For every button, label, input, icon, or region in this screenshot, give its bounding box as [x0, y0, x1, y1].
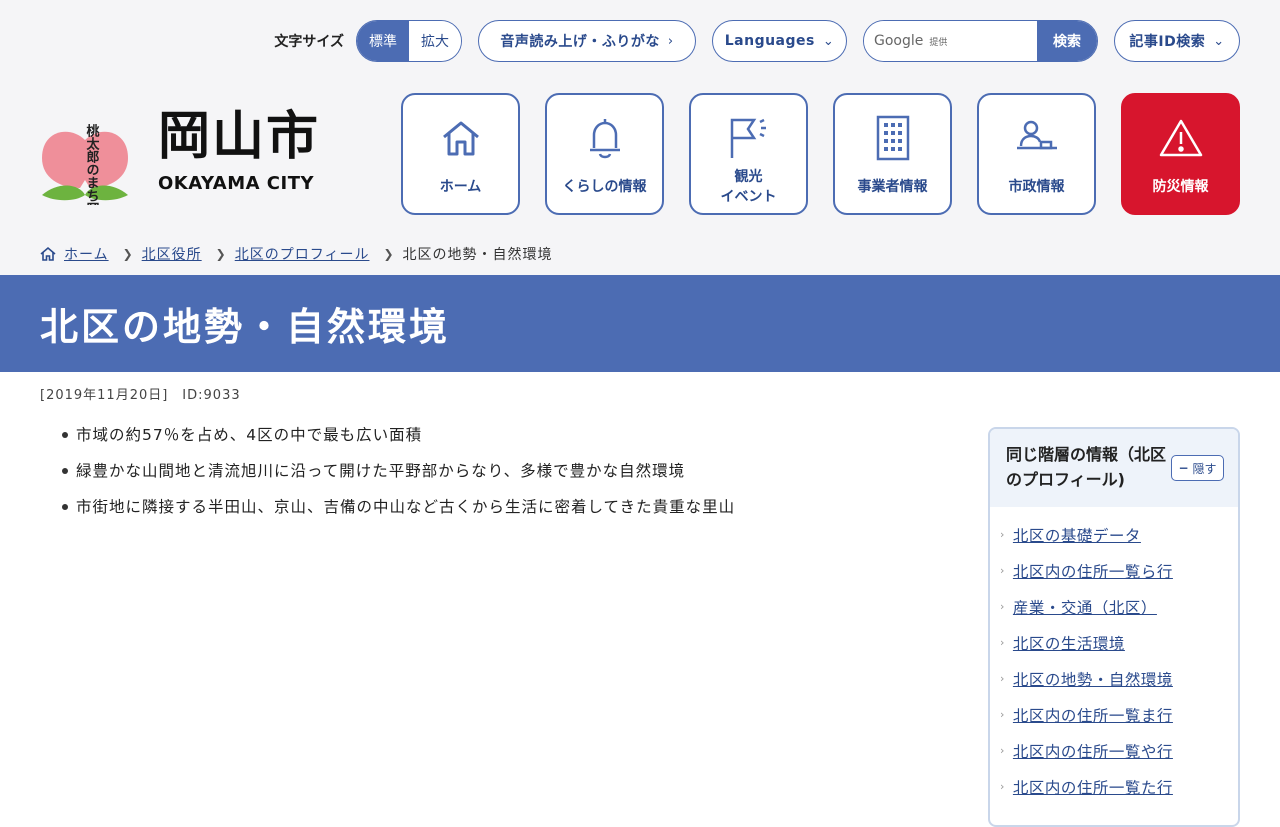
warning-icon	[1159, 115, 1203, 161]
logo-text: 岡山市 OKAYAMA CITY	[158, 106, 321, 195]
header: 文字サイズ 標準 拡大 音声読み上げ・ふりがな › Languages ⌄ Go…	[0, 0, 1280, 275]
sidebar-link[interactable]: 北区内の住所一覧や行	[1013, 740, 1173, 762]
chevron-right-icon: ›	[1000, 528, 1005, 542]
list-item: › 北区内の住所一覧ら行	[1000, 553, 1238, 589]
sidebar-link[interactable]: 北区の基礎データ	[1013, 524, 1141, 546]
article-meta: [2019年11月20日] ID:9033	[40, 388, 241, 403]
breadcrumb-kita-profile[interactable]: 北区のプロフィール	[235, 244, 370, 264]
list-item: › 北区内の住所一覧ま行	[1000, 697, 1238, 733]
home-icon	[40, 246, 56, 262]
chevron-right-icon: ›	[1000, 780, 1005, 794]
sidebar-title: 同じ階層の情報（北区のプロフィール)	[1006, 445, 1167, 489]
chevron-down-icon: ⌄	[1213, 33, 1225, 49]
search-button[interactable]: 検索	[1037, 21, 1097, 61]
nav-city-govt-label: 市政情報	[1008, 179, 1065, 195]
list-item: 市域の約57％を占め、4区の中で最も広い面積	[61, 423, 735, 445]
languages-button[interactable]: Languages ⌄	[712, 20, 847, 62]
page-title: 北区の地勢・自然環境	[40, 305, 451, 349]
chevron-right-icon: ❯	[215, 247, 227, 261]
chevron-right-icon: ›	[1000, 636, 1005, 650]
logo-english: OKAYAMA CITY	[158, 173, 315, 194]
breadcrumb-kita-office[interactable]: 北区役所	[142, 244, 202, 264]
article-body: 市域の約57％を占め、4区の中で最も広い面積 緑豊かな山間地と清流旭川に沿って開…	[61, 423, 735, 531]
chevron-right-icon: ›	[1000, 564, 1005, 578]
read-aloud-label: 音声読み上げ・ふりがな	[500, 34, 660, 50]
building-icon	[876, 115, 910, 161]
nav-city-govt[interactable]: 市政情報	[977, 93, 1096, 215]
chevron-right-icon: ❯	[383, 247, 395, 261]
sidebar-hide-label: 隠す	[1192, 461, 1217, 476]
bell-icon	[587, 115, 623, 161]
nav-living[interactable]: くらしの情報	[545, 93, 664, 215]
chevron-right-icon: ›	[1000, 600, 1005, 614]
nav-living-label: くらしの情報	[562, 179, 647, 195]
list-item: 市街地に隣接する半田山、京山、吉備の中山など古くから生活に密着してきた貴重な里山	[61, 495, 735, 517]
page-title-banner: 北区の地勢・自然環境	[0, 275, 1280, 372]
list-item: › 北区の地勢・自然環境	[1000, 661, 1238, 697]
logo-mascot-text: 桃太郎のまち岡山	[84, 123, 101, 205]
nav-home[interactable]: ホーム	[401, 93, 520, 215]
site-logo[interactable]: 桃太郎のまち岡山 岡山市 OKAYAMA CITY	[40, 100, 321, 229]
sidebar-hide-button[interactable]: − 隠す	[1170, 455, 1224, 481]
sidebar-link[interactable]: 北区内の住所一覧ま行	[1013, 704, 1173, 726]
article-id-search-button[interactable]: 記事ID検索 ⌄	[1114, 20, 1240, 62]
minus-icon: −	[1178, 461, 1189, 475]
font-size-standard-button[interactable]: 標準	[357, 21, 409, 61]
sidebar-links: › 北区の基礎データ › 北区内の住所一覧ら行 › 産業・交通（北区） › 北区の生活環…	[990, 507, 1238, 805]
list-item: › 北区の生活環境	[1000, 625, 1238, 661]
chevron-right-icon: ❯	[122, 247, 134, 261]
nav-business[interactable]: 事業者情報	[833, 93, 952, 215]
person-podium-icon	[1015, 115, 1059, 161]
font-size-label: 文字サイズ	[274, 34, 344, 50]
breadcrumb: ホーム ❯ 北区役所 ❯ 北区のプロフィール ❯ 北区の地勢・自然環境	[40, 244, 553, 264]
font-size-large-button[interactable]: 拡大	[409, 21, 461, 61]
font-size-toggle: 標準 拡大	[356, 20, 462, 62]
logo-kanji: 岡山市	[158, 106, 321, 167]
google-logo: Google	[874, 33, 924, 49]
sidebar-link[interactable]: 北区内の住所一覧た行	[1013, 776, 1173, 798]
languages-label: Languages	[724, 33, 815, 49]
nav-home-label: ホーム	[439, 179, 482, 195]
list-item: › 産業・交通（北区）	[1000, 589, 1238, 625]
chevron-right-icon: ›	[667, 33, 674, 49]
nav-business-label: 事業者情報	[857, 179, 928, 195]
site-search: Google 提供 検索	[863, 20, 1098, 62]
nav-disaster[interactable]: 防災情報	[1121, 93, 1240, 215]
breadcrumb-current: 北区の地勢・自然環境	[402, 247, 553, 263]
same-level-sidebar: 同じ階層の情報（北区のプロフィール) − 隠す › 北区の基礎データ › 北区内の住…	[988, 427, 1240, 827]
list-item: › 北区の基礎データ	[1000, 517, 1238, 553]
home-icon	[441, 115, 481, 161]
read-aloud-button[interactable]: 音声読み上げ・ふりがな ›	[478, 20, 696, 62]
global-nav: ホーム くらしの情報 観光 イベント 事業者情報 市政情報 防災情報	[376, 93, 1240, 215]
chevron-right-icon: ›	[1000, 708, 1005, 722]
list-item: 緑豊かな山間地と清流旭川に沿って開けた平野部からなり、多様で豊かな自然環境	[61, 459, 735, 481]
peach-logo-icon: 桃太郎のまち岡山	[40, 100, 130, 229]
chevron-down-icon: ⌄	[822, 33, 835, 49]
list-item: › 北区内の住所一覧た行	[1000, 769, 1238, 805]
sidebar-link[interactable]: 北区内の住所一覧ら行	[1013, 560, 1173, 582]
chevron-right-icon: ›	[1000, 672, 1005, 686]
list-item: › 北区内の住所一覧や行	[1000, 733, 1238, 769]
nav-tourism-label: 観光 イベント	[720, 169, 777, 206]
sidebar-link[interactable]: 北区の生活環境	[1013, 632, 1125, 654]
chevron-right-icon: ›	[1000, 744, 1005, 758]
sidebar-link[interactable]: 北区の地勢・自然環境	[1013, 668, 1173, 690]
utility-bar: 文字サイズ 標準 拡大 音声読み上げ・ふりがな › Languages ⌄ Go…	[274, 20, 1240, 62]
breadcrumb-home[interactable]: ホーム	[64, 244, 109, 264]
sidebar-header: 同じ階層の情報（北区のプロフィール) − 隠す	[990, 429, 1238, 507]
sidebar-link[interactable]: 産業・交通（北区）	[1013, 596, 1157, 618]
search-input[interactable]: Google 提供	[864, 21, 1037, 61]
nav-tourism[interactable]: 観光 イベント	[689, 93, 808, 215]
article-id-search-label: 記事ID検索	[1129, 34, 1206, 50]
google-provided-label: 提供	[929, 37, 948, 48]
flag-icon	[726, 115, 772, 161]
nav-disaster-label: 防災情報	[1152, 179, 1209, 195]
